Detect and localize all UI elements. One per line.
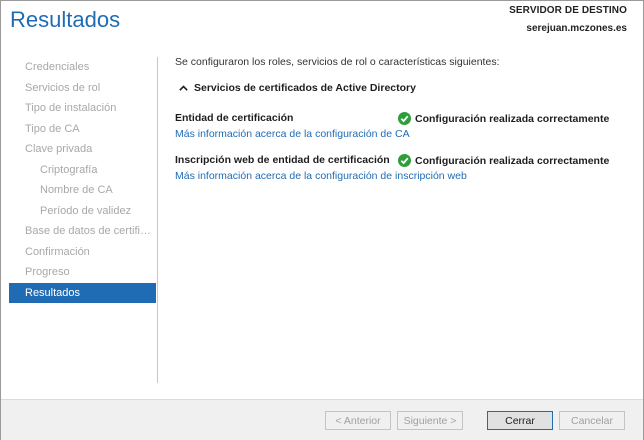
group-title: Servicios de certificados de Active Dire…	[194, 82, 416, 94]
previous-button[interactable]: < Anterior	[325, 411, 391, 430]
sidebar-item-credenciales: Credenciales	[25, 61, 90, 73]
sidebar-item-nombre-de-ca: Nombre de CA	[40, 184, 113, 196]
sidebar-item-criptografia: Criptografía	[40, 163, 98, 176]
status-badge: Configuración realizada correctamente	[398, 154, 609, 167]
target-server-label: SERVIDOR DE DESTINO	[509, 5, 627, 16]
sidebar-item-resultados[interactable]: Resultados	[9, 282, 156, 303]
wizard-footer: < Anterior Siguiente > Cerrar Cancelar	[1, 399, 643, 440]
result-row: Inscripción web de entidad de certificac…	[175, 154, 615, 182]
sidebar-item-tipo-de-instalacion: Tipo de instalación	[25, 102, 117, 114]
sidebar-item-clave-privada: Clave privada	[25, 143, 93, 155]
status-badge: Configuración realizada correctamente	[398, 112, 609, 125]
close-button[interactable]: Cerrar	[487, 411, 553, 430]
more-info-web-enrollment-link[interactable]: Más información acerca de la configuraci…	[175, 170, 615, 182]
cancel-button[interactable]: Cancelar	[559, 411, 625, 430]
wizard-window: Resultados SERVIDOR DE DESTINO serejuan.…	[0, 0, 644, 440]
status-text: Configuración realizada correctamente	[415, 154, 610, 167]
intro-text: Se configuraron los roles, servicios de …	[175, 56, 500, 68]
result-row: Entidad de certificación Configuración r…	[175, 112, 615, 140]
wizard-sidebar: Credenciales Servicios de rol Tipo de in…	[9, 57, 156, 303]
result-title: Entidad de certificación	[175, 112, 294, 124]
sidebar-item-tipo-de-ca: Tipo de CA	[25, 122, 80, 135]
page-title: Resultados	[10, 7, 121, 32]
sidebar-item-progreso: Progreso	[25, 266, 70, 278]
check-circle-icon	[398, 154, 411, 167]
more-info-ca-link[interactable]: Más información acerca de la configuraci…	[175, 128, 615, 140]
group-header[interactable]: Servicios de certificados de Active Dire…	[175, 80, 615, 96]
sidebar-item-servicios-de-rol: Servicios de rol	[25, 81, 101, 94]
target-server-name: serejuan.mczones.es	[526, 23, 627, 34]
sidebar-item-confirmacion: Confirmación	[25, 245, 90, 258]
sidebar-divider	[157, 57, 158, 383]
chevron-up-icon[interactable]	[176, 81, 190, 95]
status-text: Configuración realizada correctamente	[415, 112, 610, 125]
results-panel: Se configuraron los roles, servicios de …	[175, 56, 615, 182]
sidebar-item-base-de-datos: Base de datos de certifica...	[25, 225, 156, 237]
result-title: Inscripción web de entidad de certificac…	[175, 154, 390, 166]
target-server-info: SERVIDOR DE DESTINO serejuan.mczones.es	[509, 5, 627, 34]
sidebar-item-periodo-de-validez: Período de validez	[40, 204, 132, 217]
check-circle-icon	[398, 112, 411, 125]
next-button[interactable]: Siguiente >	[397, 411, 463, 430]
